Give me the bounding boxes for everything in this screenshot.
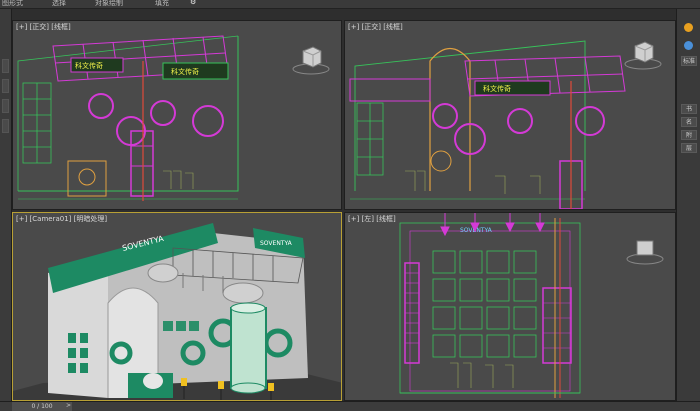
cmd-tab-1[interactable]: 书 xyxy=(681,104,697,114)
left-tool-button[interactable] xyxy=(2,79,9,93)
cmd-tab-3[interactable]: 附 xyxy=(681,130,697,140)
sign-text-b: 科文传奇 xyxy=(171,67,199,76)
left-tool-button[interactable] xyxy=(2,99,9,113)
left-tool-button[interactable] xyxy=(2,59,9,73)
next-frame-button[interactable]: > xyxy=(66,402,71,409)
sign-text-a: 科文传奇 xyxy=(75,61,103,70)
viewport-label[interactable]: [+] [左] [线框] xyxy=(348,214,396,224)
wireframe-scene-left: SOVENTYA xyxy=(399,213,664,398)
cmd-tab-2[interactable]: 名 xyxy=(681,117,697,127)
command-panel: 标准 书 名 附 层 xyxy=(676,9,700,401)
viewcube-icon xyxy=(624,41,662,70)
viewport-label[interactable]: [+] [正交] [线框] xyxy=(16,22,71,32)
cmd-tab-4[interactable]: 层 xyxy=(681,143,697,153)
viewcube-icon xyxy=(626,240,664,265)
viewport-label[interactable]: [+] [正交] [线框] xyxy=(348,22,403,32)
left-toolbar xyxy=(0,9,12,401)
viewport-label[interactable]: [+] [Camera01] [明暗处理] xyxy=(16,214,107,224)
viewcube-icon xyxy=(292,46,330,75)
dropdown-standard[interactable]: 标准 xyxy=(681,56,697,66)
time-slider-bar[interactable]: < 0 / 100 > xyxy=(0,401,700,411)
settings-icon[interactable]: ⚙ xyxy=(190,0,196,6)
menu-item-select[interactable]: 选择 xyxy=(52,0,66,8)
max-app-window: 图形式 选择 对象绘制 填充 ⚙ [+] [正交] [线框] 科文传奇 科文传奇… xyxy=(0,0,700,411)
sign-text-c: 科文传奇 xyxy=(483,84,511,93)
menu-bar: 图形式 选择 对象绘制 填充 ⚙ xyxy=(0,0,700,9)
shaded-scene-camera: SOVENTYA SOVENTYA xyxy=(13,223,341,400)
menu-item-populate[interactable]: 填充 xyxy=(155,0,169,8)
viewport-top-right[interactable]: [+] [正交] [线框] 科文传奇 xyxy=(344,20,676,210)
wireframe-scene-front: 科文传奇 科文传奇 xyxy=(17,35,330,201)
vertical-brand-text: SOVENTYA xyxy=(260,240,293,247)
teapot-icon[interactable] xyxy=(684,23,693,32)
viewport-bottom-right-left[interactable]: [+] [左] [线框] SOVENTYA xyxy=(344,212,676,401)
menu-item-graphics[interactable]: 图形式 xyxy=(2,0,23,8)
wireframe-scene-front-2: 科文传奇 xyxy=(349,40,662,209)
menu-item-object-paint[interactable]: 对象绘制 xyxy=(95,0,123,8)
viewport-top-left[interactable]: [+] [正交] [线框] 科文传奇 科文传奇 xyxy=(12,20,342,210)
time-slider-readout[interactable]: 0 / 100 xyxy=(12,402,72,411)
viewport-bottom-left-camera[interactable]: [+] [Camera01] [明暗处理] SOVENTYA SOVENTYA xyxy=(12,212,342,401)
left-tool-button[interactable] xyxy=(2,119,9,133)
sphere-icon[interactable] xyxy=(684,41,693,50)
